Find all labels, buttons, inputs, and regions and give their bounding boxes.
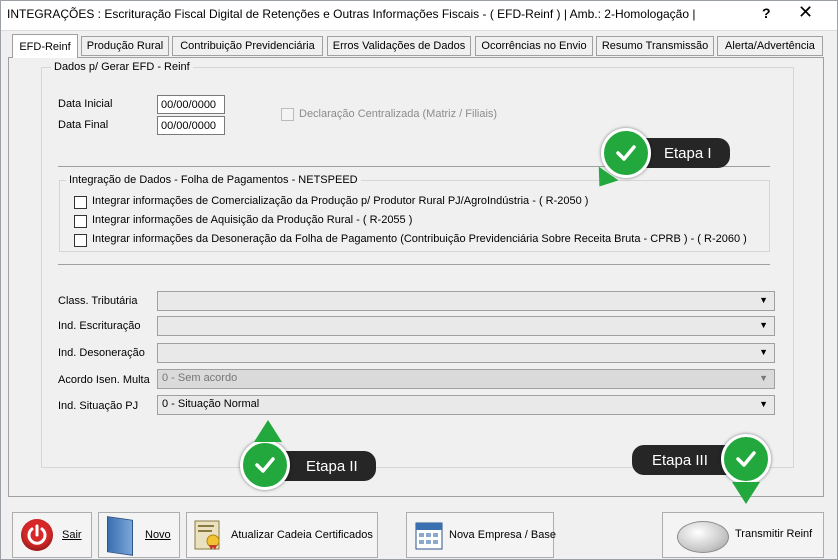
novo-label: Novo: [145, 529, 171, 541]
sair-button[interactable]: Sair: [12, 512, 92, 558]
etapa2-label: Etapa II: [306, 457, 358, 475]
data-final-input[interactable]: [157, 116, 225, 135]
ind-escrituracao-select[interactable]: ▼: [157, 316, 775, 336]
etapa2-pointer-icon: [254, 420, 282, 442]
chevron-down-icon: ▼: [759, 373, 768, 383]
power-icon: [21, 519, 53, 551]
r2050-checkbox[interactable]: [74, 196, 87, 209]
transmit-disc-icon: [677, 521, 729, 553]
tab-efd-reinf[interactable]: EFD-Reinf: [12, 34, 78, 58]
situacao-label: Ind. Situação PJ: [58, 400, 139, 412]
chevron-down-icon: ▼: [759, 320, 768, 330]
ind-escrituracao-label: Ind. Escrituração: [58, 320, 141, 332]
tab-label: Resumo Transmissão: [601, 40, 709, 52]
r2060-label: Integrar informações da Desoneração da F…: [92, 233, 747, 245]
nova-empresa-button[interactable]: Nova Empresa / Base: [406, 512, 556, 558]
acordo-select: 0 - Sem acordo ▼: [157, 369, 775, 389]
integracao-title: Integração de Dados - Folha de Pagamento…: [66, 174, 361, 186]
declaracao-label: Declaração Centralizada (Matriz / Filiai…: [299, 108, 498, 120]
ind-desoneracao-select[interactable]: ▼: [157, 343, 775, 363]
tab-ocorrencias-envio[interactable]: Ocorrências no Envio: [475, 36, 593, 56]
r2055-label: Integrar informações de Aquisição da Pro…: [92, 214, 413, 226]
data-inicial-input[interactable]: [157, 95, 225, 114]
acordo-label: Acordo Isen. Multa: [58, 374, 150, 386]
etapa2-check-icon: [240, 440, 290, 490]
tab-contribuicao-previdenciaria[interactable]: Contribuição Previdenciária: [172, 36, 323, 56]
tab-label: Ocorrências no Envio: [481, 40, 587, 52]
data-inicial-label: Data Inicial: [58, 98, 113, 110]
group-title: Dados p/ Gerar EFD - Reinf: [51, 61, 193, 73]
tab-label: EFD-Reinf: [19, 40, 71, 53]
calendar-icon: [415, 520, 443, 550]
tab-label: Erros Validações de Dados: [332, 40, 466, 52]
transmitir-reinf-button[interactable]: Transmitir Reinf: [662, 512, 824, 558]
novo-button[interactable]: Novo: [98, 512, 180, 558]
transmitir-label: Transmitir Reinf: [735, 528, 813, 540]
window-title: INTEGRAÇÕES : Escrituração Fiscal Digita…: [7, 7, 696, 21]
atualizar-label: Atualizar Cadeia Certificados: [231, 529, 373, 541]
r2055-checkbox[interactable]: [74, 215, 87, 228]
tab-erros-validacoes[interactable]: Erros Validações de Dados: [327, 36, 471, 56]
ind-desoneracao-label: Ind. Desoneração: [58, 347, 145, 359]
new-document-icon: [107, 516, 133, 556]
declaracao-checkbox[interactable]: [281, 108, 294, 121]
chevron-down-icon: ▼: [759, 347, 768, 357]
class-tributaria-label: Class. Tributária: [58, 295, 138, 307]
acordo-value: 0 - Sem acordo: [162, 372, 238, 384]
close-button[interactable]: ✕: [798, 2, 813, 23]
tab-producao-rural[interactable]: Produção Rural: [81, 36, 169, 56]
tab-label: Contribuição Previdenciária: [180, 40, 315, 52]
etapa3-pointer-icon: [732, 482, 760, 504]
tab-label: Produção Rural: [86, 40, 164, 52]
r2060-checkbox[interactable]: [74, 234, 87, 247]
r2050-label: Integrar informações de Comercialização …: [92, 195, 589, 207]
chevron-down-icon: ▼: [759, 295, 768, 305]
tab-resumo-transmissao[interactable]: Resumo Transmissão: [596, 36, 714, 56]
title-bar: INTEGRAÇÕES : Escrituração Fiscal Digita…: [0, 0, 838, 31]
help-button[interactable]: ?: [762, 5, 771, 21]
situacao-select[interactable]: 0 - Situação Normal ▼: [157, 395, 775, 415]
etapa1-check-icon: [601, 128, 651, 178]
class-tributaria-select[interactable]: ▼: [157, 291, 775, 311]
etapa1-label: Etapa I: [664, 144, 712, 162]
atualizar-certificados-button[interactable]: Atualizar Cadeia Certificados: [186, 512, 378, 558]
etapa3-check-icon: [721, 434, 771, 484]
separator-bottom: [58, 264, 770, 265]
situacao-value: 0 - Situação Normal: [162, 398, 260, 410]
tab-alerta-advertencia[interactable]: Alerta/Advertência: [717, 36, 823, 56]
certificate-icon: [193, 519, 223, 551]
sair-label: Sair: [62, 529, 82, 541]
etapa3-label: Etapa III: [652, 451, 708, 469]
chevron-down-icon: ▼: [759, 399, 768, 409]
tab-label: Alerta/Advertência: [725, 40, 815, 52]
data-final-label: Data Final: [58, 119, 109, 131]
nova-empresa-label: Nova Empresa / Base: [449, 529, 556, 541]
